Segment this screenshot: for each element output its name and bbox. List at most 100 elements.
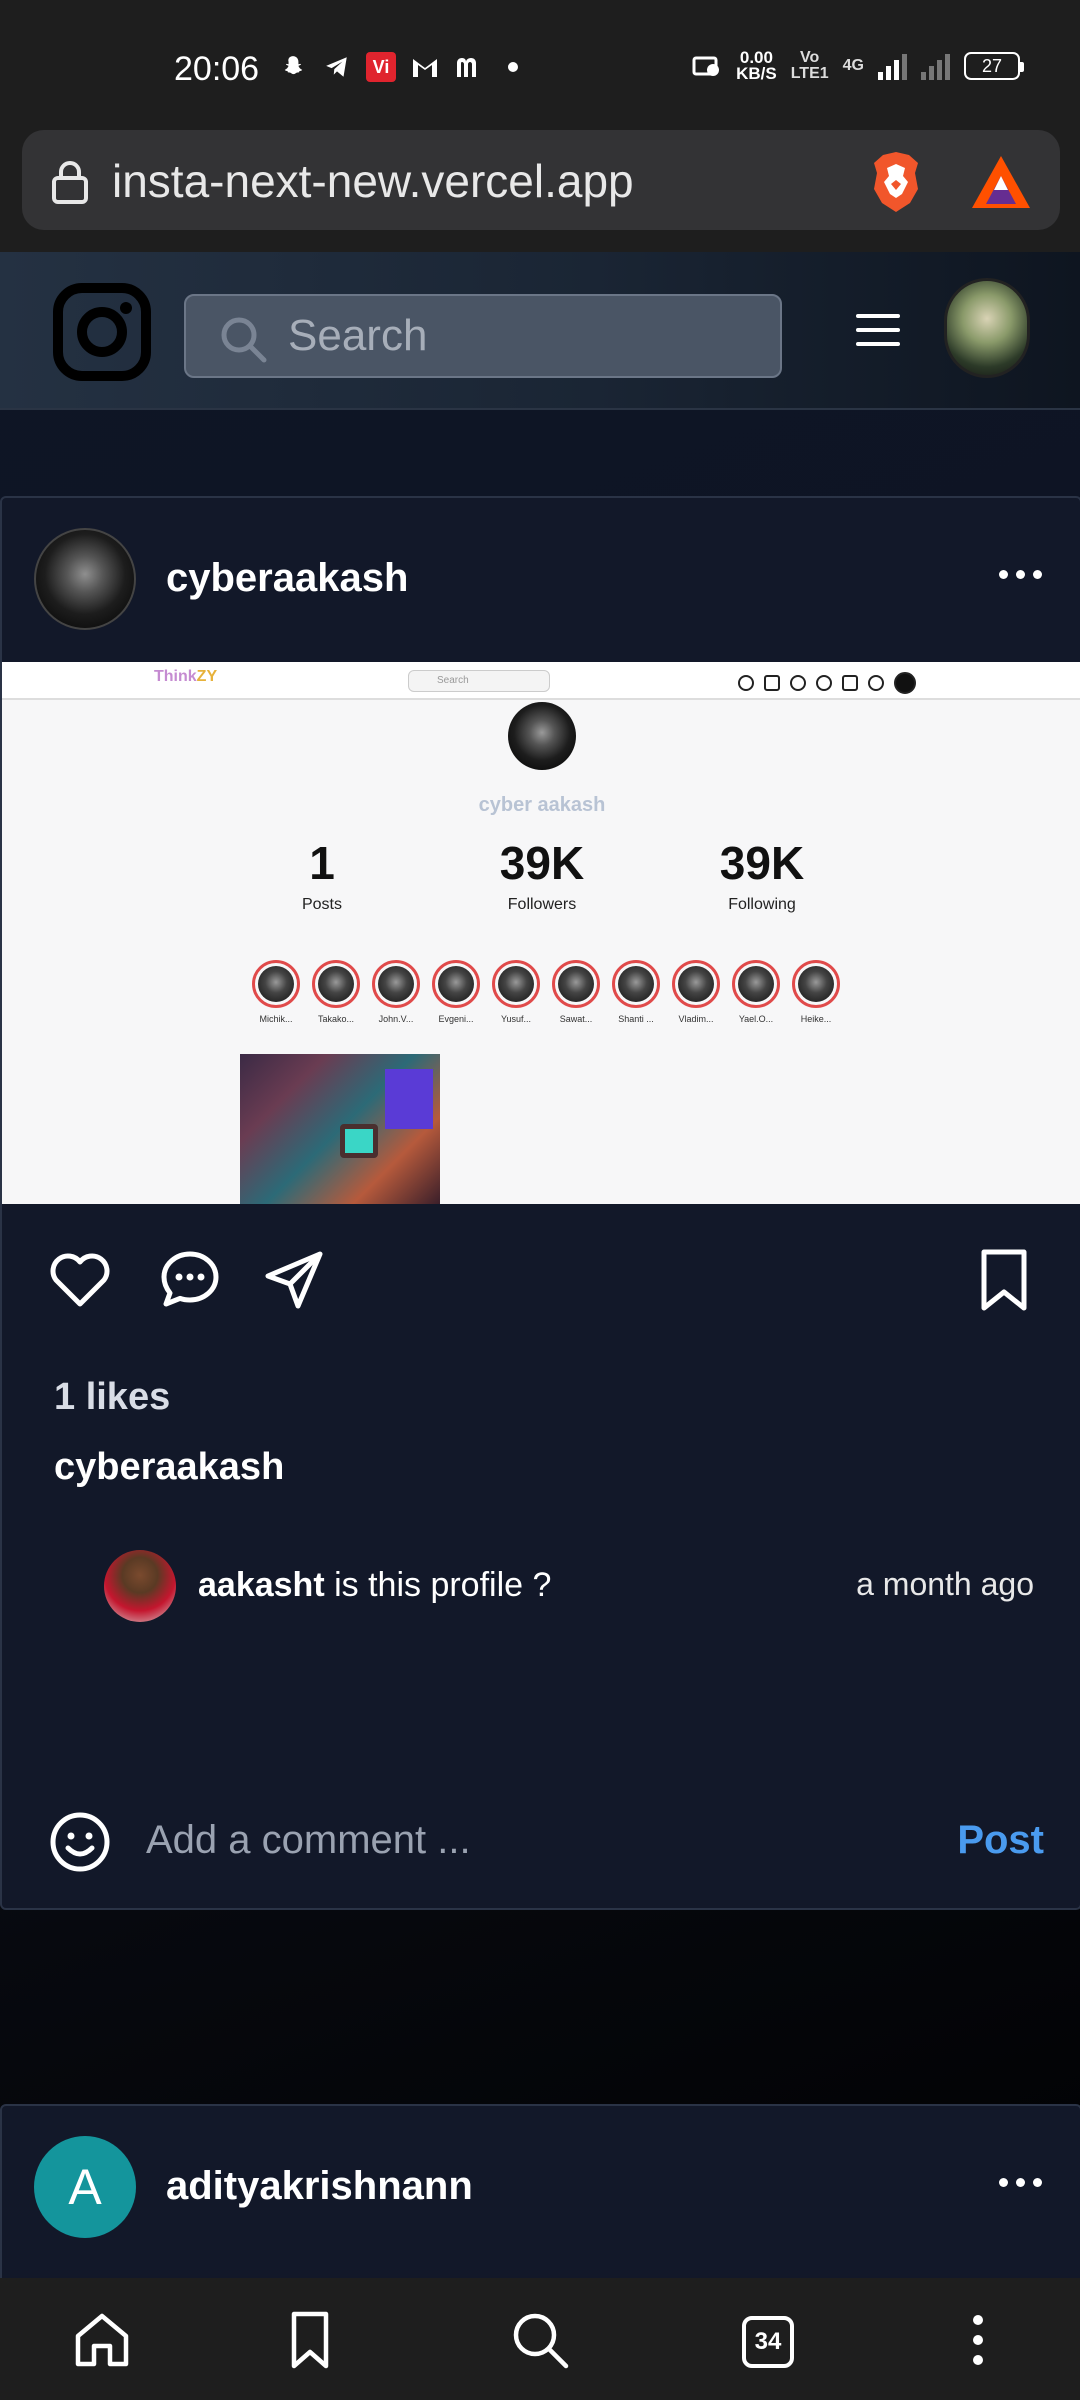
add-comment-bar: Post: [2, 1790, 1080, 1890]
battery-indicator: 27: [964, 52, 1024, 80]
image-home-icon: [764, 675, 780, 691]
volte-indicator: Vo LTE1: [791, 50, 829, 82]
brave-rewards-icon[interactable]: [970, 154, 1032, 210]
post-author-avatar[interactable]: A: [34, 2136, 136, 2238]
like-heart-icon[interactable]: [48, 1248, 112, 1312]
post-author-username[interactable]: cyberaakash: [166, 556, 408, 601]
search-box[interactable]: [184, 294, 782, 378]
search-icon[interactable]: [508, 2308, 572, 2372]
image-search-box: Search: [408, 670, 550, 692]
page: 20:06 Vi 0.00 KB/S Vo LTE1 4G 27 insta-n…: [0, 0, 1080, 2400]
image-story: Yael.O...: [732, 960, 780, 1024]
image-stat-value: 39K: [719, 837, 805, 889]
signal-strength-sim2-icon: [921, 52, 950, 80]
image-story: Heike...: [792, 960, 840, 1024]
tabs-count-button[interactable]: 34: [742, 2316, 794, 2368]
image-stat-value: 1: [309, 837, 335, 889]
image-story-name: Michik...: [259, 1014, 293, 1024]
lock-icon: [52, 161, 88, 204]
image-heart-icon: [868, 675, 884, 691]
image-moon-icon: [738, 675, 754, 691]
likes-count: 1 likes: [54, 1376, 171, 1418]
share-send-icon[interactable]: [262, 1248, 326, 1312]
comment-item: aakasht is this profile ? a month ago: [104, 1550, 1034, 1622]
address-bar[interactable]: insta-next-new.vercel.app: [22, 130, 1060, 230]
image-story: Takako...: [312, 960, 360, 1024]
post-actions: [2, 1238, 1080, 1318]
notification-icons: Vi: [278, 52, 518, 82]
image-topbar: ThinkZY Search: [2, 662, 1080, 700]
comment-input[interactable]: [146, 1804, 906, 1876]
network-speed-unit: KB/S: [736, 64, 777, 83]
home-icon[interactable]: [70, 2308, 134, 2372]
comment-text: aakasht is this profile ?: [198, 1566, 551, 1605]
comment-body: is this profile ?: [324, 1566, 552, 1604]
status-bar: 20:06 Vi 0.00 KB/S Vo LTE1 4G 27: [0, 0, 1080, 130]
more-notifications-dot: [508, 62, 518, 72]
browser-toolbar: insta-next-new.vercel.app: [0, 130, 1080, 252]
signal-strength-icon: [878, 52, 907, 80]
image-story: Vladim...: [672, 960, 720, 1024]
site-header: [0, 252, 1080, 410]
image-stat-value: 39K: [499, 837, 585, 889]
more-menu-icon[interactable]: [946, 2308, 1010, 2372]
image-stat-label: Posts: [301, 896, 342, 913]
instagram-logo-icon[interactable]: [52, 282, 152, 382]
commenter-avatar[interactable]: [104, 1550, 176, 1622]
image-story-name: Yael.O...: [738, 1014, 774, 1024]
bookmark-icon[interactable]: [972, 1248, 1036, 1312]
image-story: Yusuf...: [492, 960, 540, 1024]
post-author-avatar[interactable]: [34, 528, 136, 630]
status-time: 20:06: [174, 50, 260, 88]
image-stat-label: Following: [728, 896, 796, 913]
post-author-username[interactable]: adityakrishnann: [166, 2164, 473, 2209]
image-story: Shanti ...: [612, 960, 660, 1024]
image-avatar-icon: [894, 672, 916, 694]
image-story-name: Takako...: [317, 1014, 355, 1024]
data-saver-icon: [692, 51, 722, 81]
comment-bubble-icon[interactable]: [158, 1248, 222, 1312]
image-story: Michik...: [252, 960, 300, 1024]
image-stories: Michik... Takako... John.V... Evgeni... …: [252, 960, 840, 1024]
image-brand-prefix: Think: [154, 668, 197, 685]
image-brand-suffix: ZY: [196, 668, 218, 685]
gmail-icon: [410, 52, 440, 82]
telegram-icon: [322, 52, 352, 82]
volte-top: Vo: [800, 49, 820, 66]
vi-app-icon: Vi: [366, 52, 396, 82]
brave-shields-icon[interactable]: [867, 150, 925, 214]
image-add-icon: [816, 675, 832, 691]
caption-username[interactable]: cyberaakash: [54, 1446, 284, 1489]
search-input[interactable]: [288, 296, 768, 376]
commenter-username[interactable]: aakasht: [198, 1566, 325, 1604]
image-stat-followers: 39K Followers: [462, 836, 622, 914]
image-story-name: Evgeni...: [438, 1014, 474, 1024]
image-brand: ThinkZY: [154, 668, 217, 686]
url-text[interactable]: insta-next-new.vercel.app: [112, 154, 634, 208]
volte-bottom: LTE1: [790, 65, 829, 82]
post-card: A adityakrishnann: [0, 2104, 1080, 2304]
post-image[interactable]: ThinkZY Search cyber aakash 1 Posts 39K …: [2, 662, 1080, 1204]
image-profile-name: cyber aakash: [478, 794, 606, 816]
bookmarks-icon[interactable]: [278, 2308, 342, 2372]
more-options-icon[interactable]: [999, 570, 1042, 579]
profile-avatar[interactable]: [944, 278, 1030, 378]
emoji-icon[interactable]: [48, 1810, 112, 1874]
snapchat-icon: [278, 52, 308, 82]
network-speed: 0.00 KB/S: [736, 49, 777, 83]
search-icon: [221, 317, 267, 363]
image-stat-posts: 1 Posts: [242, 836, 402, 914]
post-card: cyberaakash ThinkZY Search cyber aakash: [0, 496, 1080, 1910]
image-story: John.V...: [372, 960, 420, 1024]
image-story-name: Yusuf...: [500, 1014, 532, 1024]
image-stat-following: 39K Following: [682, 836, 842, 914]
hamburger-menu-icon[interactable]: [856, 314, 900, 348]
image-send-icon: [790, 675, 806, 691]
image-profile-avatar: [508, 702, 576, 770]
image-story-name: John.V...: [378, 1014, 414, 1024]
system-icons: 0.00 KB/S Vo LTE1 4G 27: [692, 49, 1024, 83]
image-story: Sawat...: [552, 960, 600, 1024]
post-comment-button[interactable]: Post: [957, 1818, 1044, 1863]
image-nav-icons: [738, 672, 916, 694]
more-options-icon[interactable]: [999, 2178, 1042, 2187]
